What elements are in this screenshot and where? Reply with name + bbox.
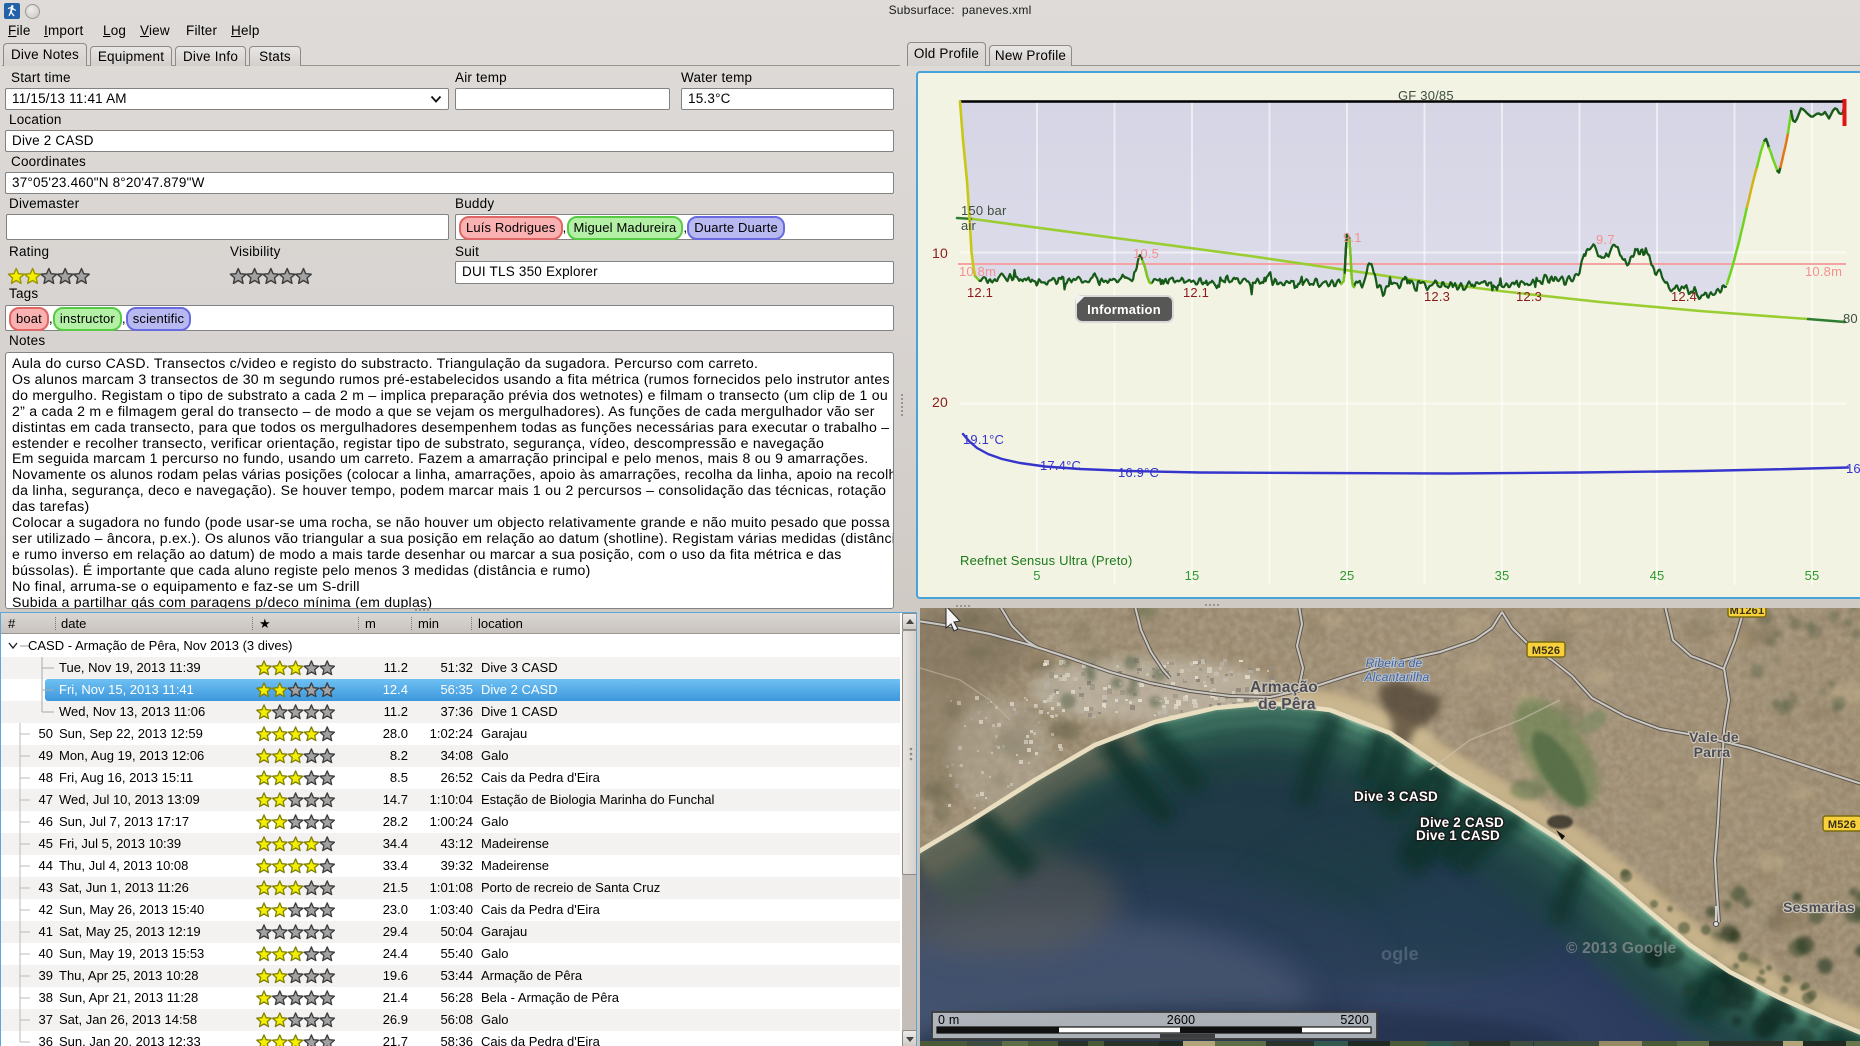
svg-text:5200: 5200	[1340, 1013, 1369, 1027]
svg-text:9.7: 9.7	[1596, 232, 1615, 247]
svg-text:GF 30/85: GF 30/85	[1398, 88, 1454, 103]
svg-text:10.8m: 10.8m	[959, 264, 996, 279]
svg-text:Reefnet Sensus Ultra (Preto): Reefnet Sensus Ultra (Preto)	[960, 553, 1133, 568]
svg-text:35: 35	[1495, 568, 1510, 583]
svg-text:Ribeira de: Ribeira de	[1366, 656, 1423, 670]
svg-text:Dive 1 CASD: Dive 1 CASD	[1416, 828, 1500, 843]
svg-text:80: 80	[1843, 311, 1858, 326]
svg-text:12.3: 12.3	[1424, 289, 1450, 304]
svg-text:2600: 2600	[1167, 1013, 1196, 1027]
svg-text:25: 25	[1340, 568, 1355, 583]
svg-text:5: 5	[1033, 568, 1040, 583]
svg-text:19.1°C: 19.1°C	[963, 432, 1004, 447]
svg-text:12.3: 12.3	[1516, 289, 1542, 304]
svg-text:0 m: 0 m	[938, 1013, 959, 1027]
svg-text:Parra: Parra	[1694, 744, 1731, 760]
svg-text:12.1: 12.1	[1183, 285, 1209, 300]
svg-text:© 2013 Google: © 2013 Google	[1566, 940, 1677, 957]
svg-text:air: air	[961, 218, 977, 233]
svg-text:M526: M526	[1828, 819, 1856, 831]
svg-text:10: 10	[932, 245, 948, 261]
svg-text:Armação: Armação	[1250, 679, 1318, 696]
svg-text:16.4°C: 16.4°C	[1846, 461, 1860, 476]
svg-text:Information: Information	[1087, 302, 1161, 317]
svg-text:20: 20	[932, 394, 948, 410]
svg-text:Vale de: Vale de	[1689, 729, 1739, 745]
svg-text:M526: M526	[1532, 645, 1560, 657]
svg-text:17.4°C: 17.4°C	[1040, 458, 1081, 473]
svg-text:Alcantarilha: Alcantarilha	[1363, 670, 1429, 684]
svg-text:Dive 3 CASD: Dive 3 CASD	[1354, 789, 1438, 804]
svg-text:16.9°C: 16.9°C	[1118, 465, 1159, 480]
svg-text:55: 55	[1805, 568, 1820, 583]
svg-text:15: 15	[1185, 568, 1200, 583]
svg-text:12.4: 12.4	[1671, 289, 1697, 304]
svg-text:150 bar: 150 bar	[961, 203, 1007, 218]
svg-text:Sesmarias: Sesmarias	[1783, 899, 1855, 915]
svg-text:M1261: M1261	[1730, 608, 1765, 617]
svg-text:10.5: 10.5	[1133, 246, 1159, 261]
svg-text:de Pêra: de Pêra	[1258, 696, 1316, 713]
svg-text:10.8m: 10.8m	[1805, 264, 1842, 279]
svg-text:ogle: ogle	[1381, 944, 1419, 964]
svg-text:45: 45	[1650, 568, 1665, 583]
svg-text:9.1: 9.1	[1343, 230, 1362, 245]
svg-text:12.1: 12.1	[967, 285, 993, 300]
